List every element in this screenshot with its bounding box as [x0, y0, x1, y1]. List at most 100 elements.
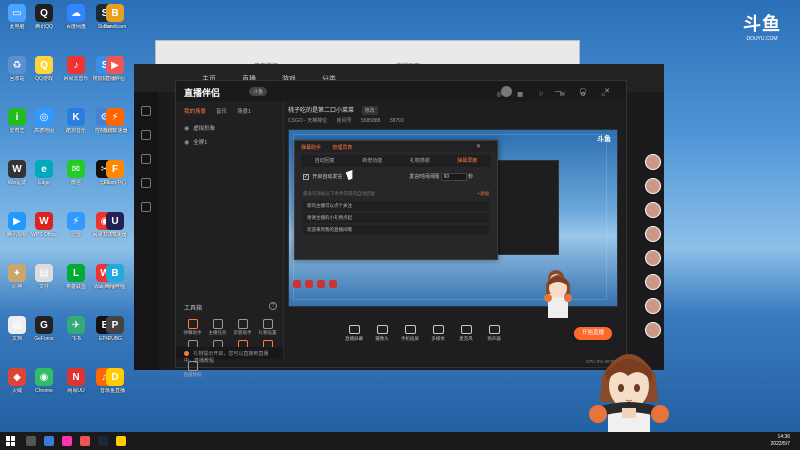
tab-scene1[interactable]: 场景1: [237, 107, 251, 115]
eye-icon[interactable]: ◉: [184, 125, 189, 132]
app-icon: K: [67, 108, 85, 126]
status-dot-icon: [184, 351, 189, 357]
list-item[interactable]: 欢迎来到我的直播间哦: [303, 225, 489, 235]
desktop-icon[interactable]: B Bandicam: [98, 4, 132, 30]
game-category[interactable]: CSGO - 天梯排位: [288, 118, 327, 124]
help-icon[interactable]: ?: [269, 302, 277, 310]
search-icon[interactable]: [26, 436, 36, 446]
app-icon[interactable]: [80, 436, 90, 446]
system-clock[interactable]: 14:36 2022/5/7: [771, 434, 790, 448]
list-item[interactable]: 谢谢主播的小礼物点起: [303, 213, 489, 223]
desktop-icon[interactable]: ⚡ 游戏加速器: [98, 108, 132, 134]
platform-badge[interactable]: 斗鱼: [249, 87, 268, 96]
source-button[interactable]: 直播屏幕: [340, 325, 368, 342]
app-icon: ☁: [67, 4, 85, 22]
desktop-icon-label: 文件: [38, 284, 49, 290]
app-icon: W: [35, 212, 53, 230]
close-icon[interactable]: ✕: [476, 143, 481, 150]
header-icons[interactable]: ◎ ▦ ⚐ ✉ ⚙ ⌂: [496, 91, 612, 98]
tool-icon: [212, 319, 223, 329]
desktop-icon[interactable]: W WPS Office: [27, 212, 61, 238]
message-icon[interactable]: [141, 202, 151, 212]
avatar[interactable]: [645, 298, 661, 314]
tab-my-scenes[interactable]: 我的场景: [184, 107, 206, 115]
desktop-icon[interactable]: e Edge: [27, 160, 61, 186]
tool-item[interactable]: 主播任务: [205, 319, 230, 336]
source-button[interactable]: 手机投屏: [396, 325, 424, 342]
douyu-client-avatar-column: [642, 154, 664, 346]
follow-icon[interactable]: [141, 130, 151, 140]
scene-item[interactable]: ◉ 全屏1: [176, 135, 283, 149]
dialog-admin-tab[interactable]: 管理员表: [332, 145, 352, 151]
avatar[interactable]: [645, 178, 661, 194]
avatar[interactable]: [645, 250, 661, 266]
desktop-icon[interactable]: U UU加速器: [98, 212, 132, 238]
douyu-logo-text: DOUYU.COM: [746, 36, 778, 42]
auto-speak-label: 开启自动发言: [312, 174, 343, 180]
interval-select[interactable]: 60: [440, 173, 467, 181]
add-reply-button[interactable]: +添加: [477, 191, 489, 197]
source-button[interactable]: 多媒体: [424, 325, 452, 342]
avatar[interactable]: [645, 274, 661, 290]
app-icon[interactable]: [62, 436, 72, 446]
source-button[interactable]: 摄像头: [368, 325, 396, 342]
app-icon: [317, 280, 325, 288]
tab-danmaku-block[interactable]: 弹幕屏蔽: [444, 155, 492, 167]
source-button[interactable]: 扬声器: [480, 325, 508, 342]
desktop-icon[interactable]: P PUBG: [98, 316, 132, 342]
home-icon[interactable]: [141, 106, 151, 116]
video-icon[interactable]: [141, 154, 151, 164]
app-icon[interactable]: [116, 436, 126, 446]
tool-item[interactable]: 弹幕助手: [180, 319, 205, 336]
preview-nested-window: [489, 160, 559, 255]
desktop-icon[interactable]: F Flash中心: [98, 160, 132, 186]
avatar[interactable]: [645, 202, 661, 218]
steam-icon[interactable]: [98, 436, 108, 446]
app-icon: [329, 280, 337, 288]
desktop-icon-label: 游戏加速器: [102, 128, 128, 134]
app-icon: D: [106, 368, 124, 386]
app-icon: F: [106, 160, 124, 178]
tool-icon: [237, 319, 248, 329]
app-icon: [305, 280, 313, 288]
desktop-icon[interactable]: Q QQ游戏: [27, 56, 61, 82]
scene-item[interactable]: ◉ 虚拟形象: [176, 121, 283, 135]
desktop-icon[interactable]: Q 腾讯QQ: [27, 4, 61, 30]
desktop-icon[interactable]: ◉ Chrome: [27, 368, 61, 394]
desktop-icon[interactable]: ◎ 高德地图: [27, 108, 61, 134]
tab-music[interactable]: 音乐: [216, 107, 227, 115]
app-icon: ♪: [67, 56, 85, 74]
task-view-icon[interactable]: [44, 436, 54, 446]
vtuber-small-figure: [544, 275, 572, 318]
dialog-title: 弹幕助手: [301, 145, 322, 151]
avatar[interactable]: [645, 154, 661, 170]
source-button[interactable]: 麦克风: [452, 325, 480, 342]
source-label: 摄像头: [375, 336, 389, 341]
preview-taskbar-icons: [293, 280, 337, 288]
windows-start-icon[interactable]: [6, 436, 16, 446]
tool-item[interactable]: 房管助手: [230, 319, 255, 336]
list-item[interactable]: 新的主播可以点个关注: [303, 201, 489, 211]
game-icon[interactable]: [141, 178, 151, 188]
app-icon: ▶: [8, 212, 26, 230]
source-icon: [460, 325, 472, 334]
eye-icon[interactable]: ◉: [184, 139, 189, 146]
tab-auto-reply[interactable]: 自动回复: [301, 155, 349, 167]
app-icon: B: [106, 264, 124, 282]
scene-tabs: 我的场景 音乐 场景1: [176, 101, 283, 121]
tool-label: 直播数据: [183, 372, 202, 377]
app-icon: ▭: [8, 4, 26, 22]
desktop-icon[interactable]: ▶ 直播伴侣: [98, 56, 132, 82]
desktop-icon[interactable]: B 哔哩哔哩: [98, 264, 132, 290]
edit-title-button[interactable]: 修改: [361, 106, 378, 115]
desktop-icon[interactable]: ▤ 文件: [27, 264, 61, 290]
tab-new-features[interactable]: 新增功能: [349, 155, 397, 167]
auto-speak-checkbox[interactable]: ✓: [303, 173, 309, 180]
avatar[interactable]: [645, 226, 661, 242]
app-icon: e: [35, 160, 53, 178]
tool-item[interactable]: 礼物设置: [255, 319, 280, 336]
desktop-icon[interactable]: D 斗鱼直播: [98, 368, 132, 394]
desktop-icon[interactable]: G GeForce: [27, 316, 61, 342]
source-icon: [488, 325, 500, 334]
tab-gift-thanks[interactable]: 礼物感谢: [396, 155, 444, 167]
